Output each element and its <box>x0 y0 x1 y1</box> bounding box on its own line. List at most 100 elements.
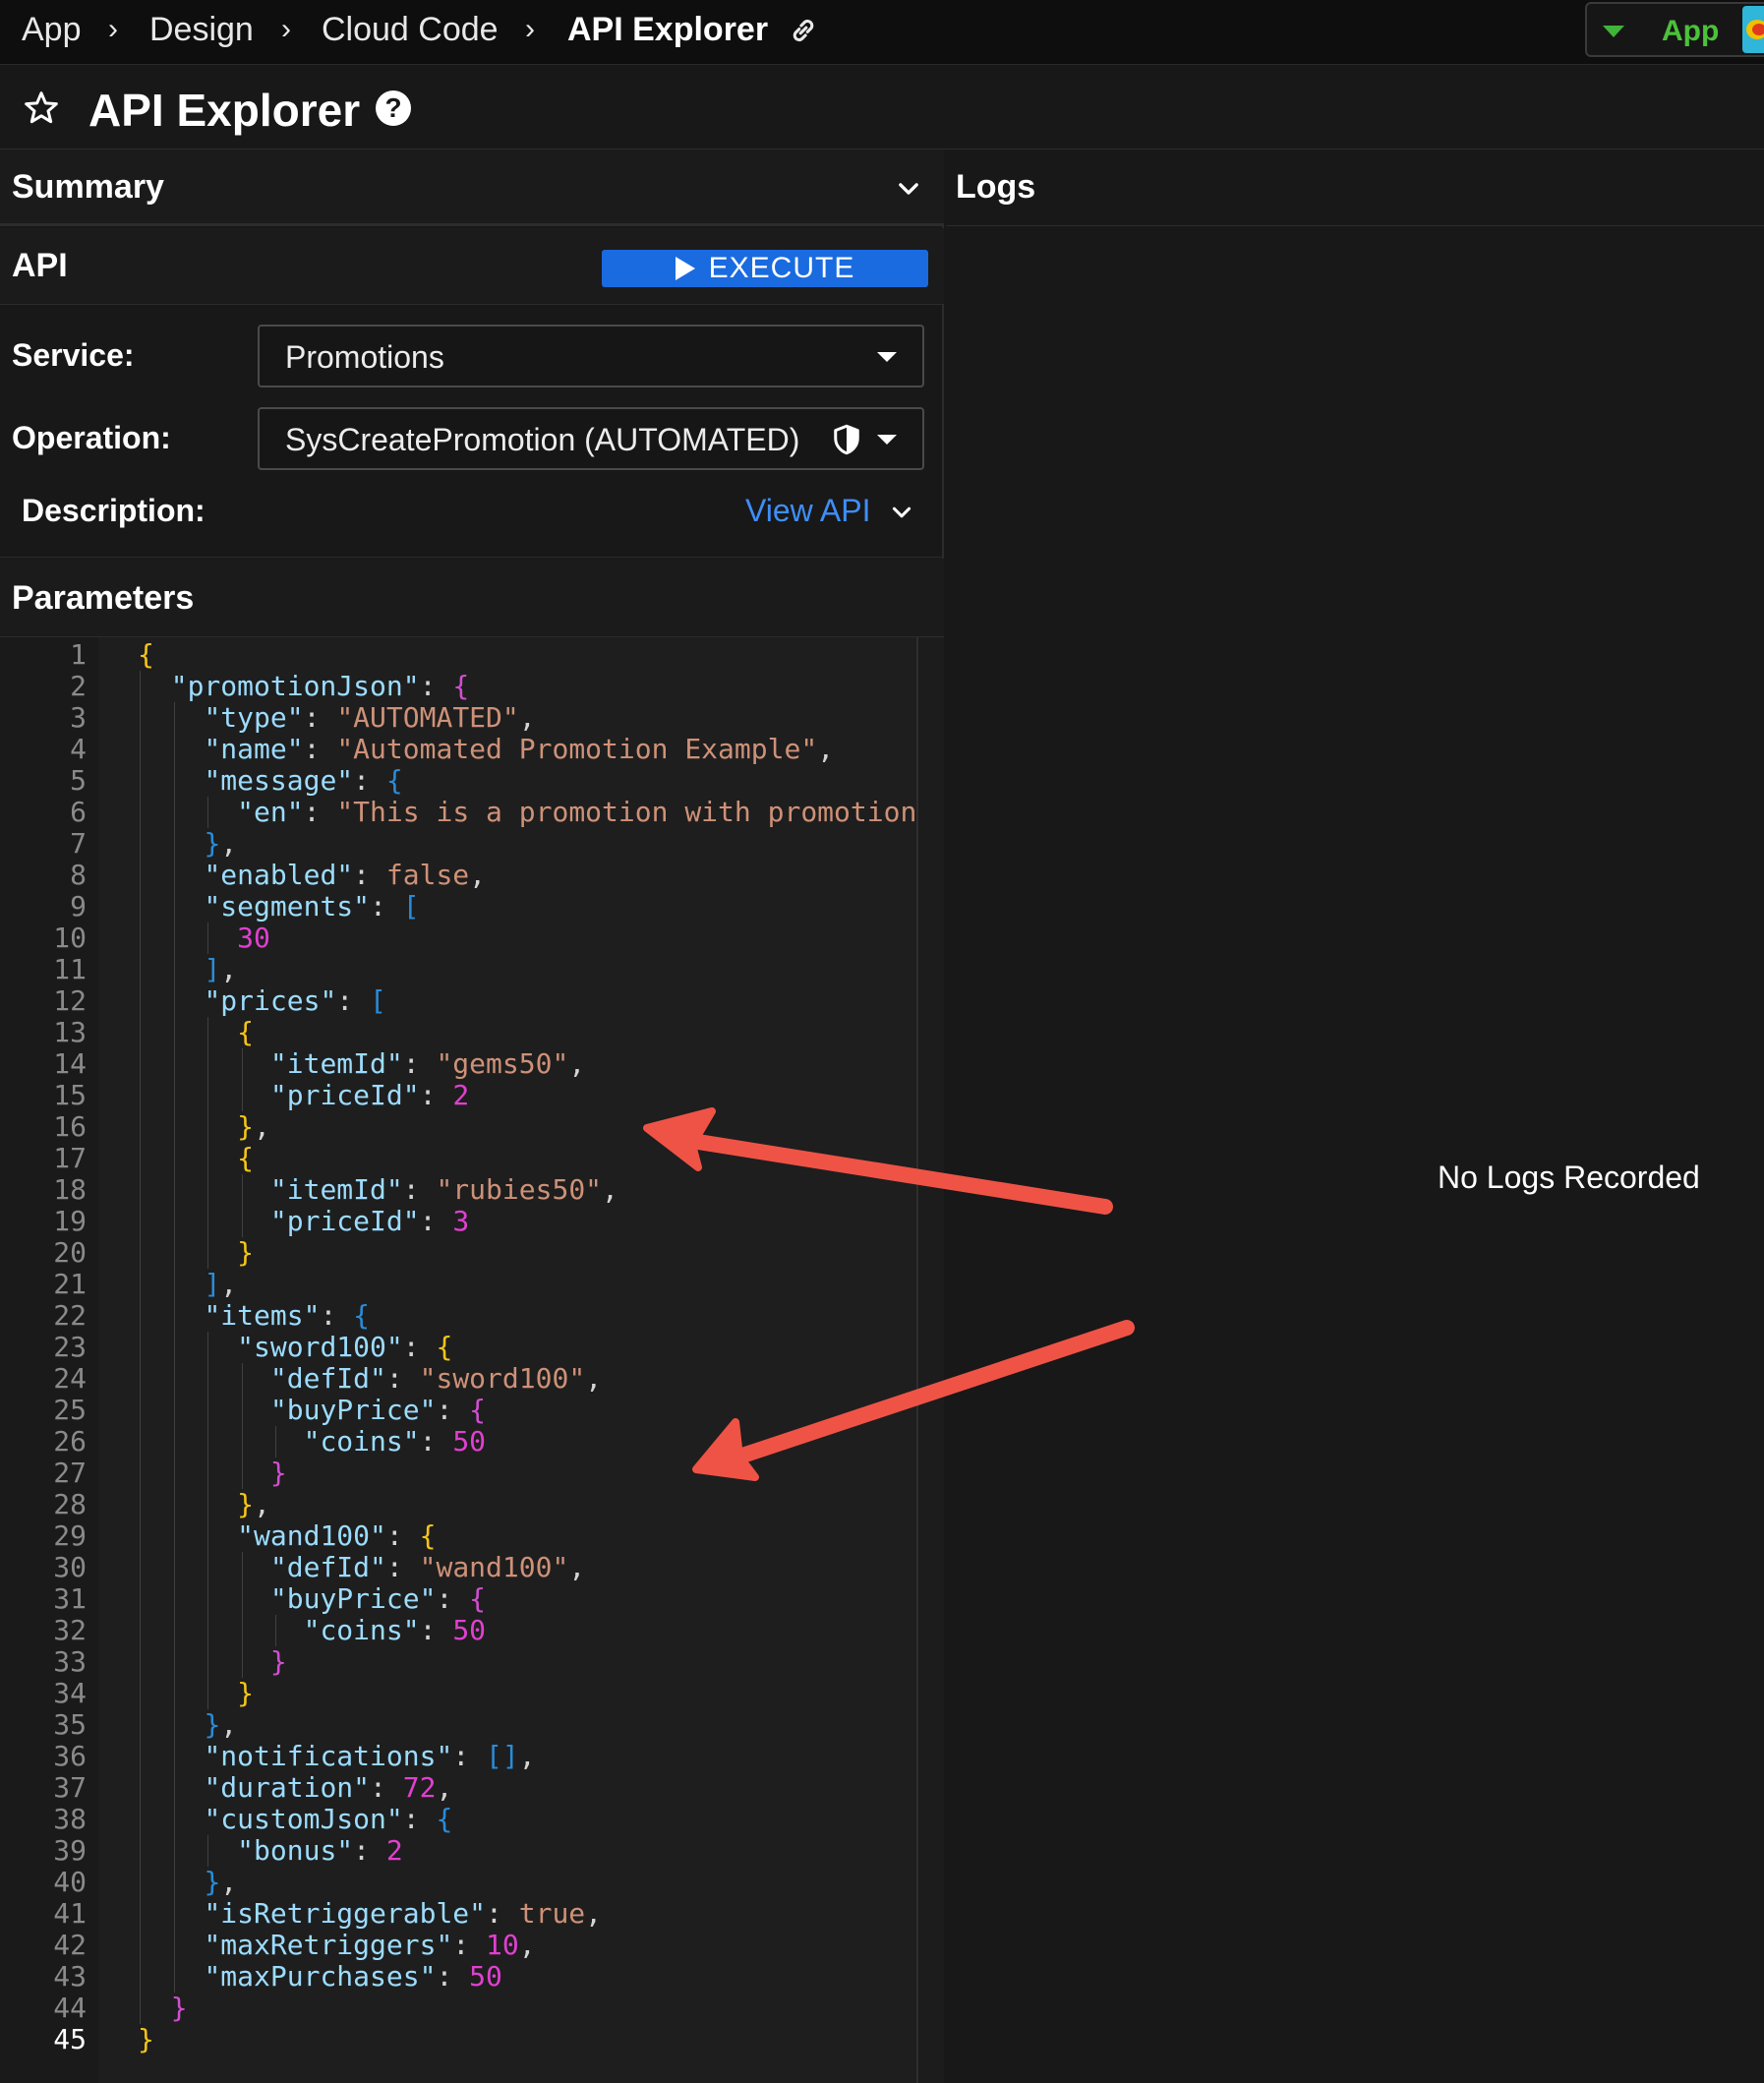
line-number: 12 <box>53 984 87 1017</box>
summary-header[interactable]: Summary <box>0 149 944 226</box>
line-number: 28 <box>53 1488 87 1520</box>
code-line[interactable]: "itemId": "rubies50", <box>138 1174 618 1206</box>
caret-down-icon <box>1603 26 1624 37</box>
code-line[interactable]: "buyPrice": { <box>138 1395 486 1426</box>
code-line[interactable]: "bonus": 2 <box>138 1835 403 1867</box>
breadcrumb-chevron-icon: › <box>108 13 118 45</box>
code-line[interactable]: }, <box>138 1111 270 1143</box>
execute-button[interactable]: EXECUTE <box>602 250 928 287</box>
code-line[interactable]: "items": { <box>138 1300 370 1332</box>
line-number: 1 <box>70 638 87 671</box>
json-code-editor[interactable]: 1 2 3 4 5 6 7 8 9 10 11 12 13 14 15 16 17 18 19 20 21 22 23 24 2… <box>0 637 944 2083</box>
page-header: API Explorer ? <box>0 65 1764 149</box>
code-line[interactable]: "defId": "wand100", <box>138 1552 585 1583</box>
code-line[interactable]: "type": "AUTOMATED", <box>138 702 535 734</box>
line-number: 27 <box>53 1457 87 1489</box>
code-line[interactable]: "segments": [ <box>138 891 419 922</box>
line-number: 24 <box>53 1362 87 1395</box>
code-line[interactable]: "priceId": 2 <box>138 1080 469 1111</box>
code-line[interactable]: "enabled": false, <box>138 860 486 891</box>
link-icon[interactable] <box>787 14 820 47</box>
code-line[interactable]: } <box>138 2024 154 2055</box>
code-line[interactable]: }, <box>138 1709 237 1741</box>
line-number: 9 <box>70 890 87 922</box>
line-number: 43 <box>53 1960 87 1993</box>
code-line[interactable]: "promotionJson": { <box>138 671 469 702</box>
app-switcher-label: App <box>1662 15 1720 47</box>
code-line[interactable]: "coins": 50 <box>138 1615 486 1646</box>
code-line[interactable]: "message": { <box>138 765 402 797</box>
code-line[interactable]: "maxPurchases": 50 <box>138 1961 501 1993</box>
api-panel: Summary API EXECUTE Service: Promotions … <box>0 149 944 2083</box>
line-number: 30 <box>53 1551 87 1583</box>
breadcrumb-design[interactable]: Design <box>149 10 254 49</box>
help-icon[interactable]: ? <box>376 90 411 126</box>
code-line[interactable]: "isRetriggerable": true, <box>138 1898 602 1930</box>
breadcrumb-chevron-icon: › <box>525 13 535 45</box>
code-line[interactable]: }, <box>138 1489 270 1520</box>
caret-down-icon <box>877 352 897 362</box>
code-line[interactable]: } <box>138 1993 188 2024</box>
code-line[interactable]: "buyPrice": { <box>138 1583 486 1615</box>
logs-empty-message: No Logs Recorded <box>1438 1160 1700 1195</box>
code-line[interactable]: ], <box>138 954 237 985</box>
code-line[interactable]: } <box>138 1237 254 1269</box>
code-line[interactable]: 30 <box>138 922 270 954</box>
line-number: 13 <box>53 1016 87 1048</box>
code-line[interactable]: } <box>138 1678 254 1709</box>
line-number: 36 <box>53 1740 87 1772</box>
code-line[interactable]: "notifications": [], <box>138 1741 535 1772</box>
line-number: 6 <box>70 796 87 828</box>
api-title: API <box>12 247 68 284</box>
line-number: 37 <box>53 1771 87 1804</box>
breadcrumb-cloud-code[interactable]: Cloud Code <box>322 10 499 49</box>
line-number: 35 <box>53 1708 87 1741</box>
code-line[interactable]: ], <box>138 1269 237 1300</box>
code-line[interactable]: { <box>138 639 154 671</box>
line-number: 3 <box>70 701 87 734</box>
code-line[interactable]: "sword100": { <box>138 1332 452 1363</box>
code-line[interactable]: } <box>138 1458 287 1489</box>
code-line[interactable]: "defId": "sword100", <box>138 1363 602 1395</box>
app-avatar-icon[interactable] <box>1742 6 1764 53</box>
code-line[interactable]: "maxRetriggers": 10, <box>138 1930 535 1961</box>
editor-scrollbar[interactable] <box>916 637 944 2083</box>
line-number: 21 <box>53 1268 87 1300</box>
chevron-down-icon[interactable] <box>889 500 914 525</box>
api-header: API EXECUTE <box>0 228 944 305</box>
app-switcher-dropdown[interactable]: App <box>1585 2 1764 57</box>
parameters-title: Parameters <box>12 579 195 617</box>
line-number: 15 <box>53 1079 87 1111</box>
code-line[interactable]: "coins": 50 <box>138 1426 486 1458</box>
line-number: 31 <box>53 1582 87 1615</box>
logs-panel: Logs No Logs Recorded <box>946 149 1764 2083</box>
line-number: 34 <box>53 1677 87 1709</box>
star-icon[interactable] <box>22 89 61 128</box>
code-line[interactable]: "customJson": { <box>138 1804 452 1835</box>
code-line[interactable]: "en": "This is a promotion with promotio… <box>138 797 933 828</box>
operation-value: SysCreatePromotion (AUTOMATED) <box>285 422 800 457</box>
code-line[interactable]: } <box>138 1646 287 1678</box>
code-line[interactable]: "itemId": "gems50", <box>138 1048 585 1080</box>
line-number: 25 <box>53 1394 87 1426</box>
service-select[interactable]: Promotions <box>258 325 924 387</box>
code-line[interactable]: "prices": [ <box>138 985 385 1017</box>
code-line[interactable]: }, <box>138 1867 237 1898</box>
chevron-down-icon[interactable] <box>895 175 922 203</box>
code-line[interactable]: "name": "Automated Promotion Example", <box>138 734 834 765</box>
code-line[interactable]: "duration": 72, <box>138 1772 452 1804</box>
line-number: 26 <box>53 1425 87 1458</box>
code-line[interactable]: "wand100": { <box>138 1520 436 1552</box>
summary-title: Summary <box>12 168 164 206</box>
code-line[interactable]: { <box>138 1017 254 1048</box>
service-label: Service: <box>12 337 135 373</box>
code-line[interactable]: }, <box>138 828 237 860</box>
operation-select[interactable]: SysCreatePromotion (AUTOMATED) <box>258 407 924 470</box>
line-number: 32 <box>53 1614 87 1646</box>
line-number: 41 <box>53 1897 87 1930</box>
view-api-link[interactable]: View API <box>745 492 870 529</box>
breadcrumb-app[interactable]: App <box>22 10 82 49</box>
code-line[interactable]: "priceId": 3 <box>138 1206 469 1237</box>
parameters-header: Parameters <box>0 559 944 637</box>
code-line[interactable]: { <box>138 1143 254 1174</box>
